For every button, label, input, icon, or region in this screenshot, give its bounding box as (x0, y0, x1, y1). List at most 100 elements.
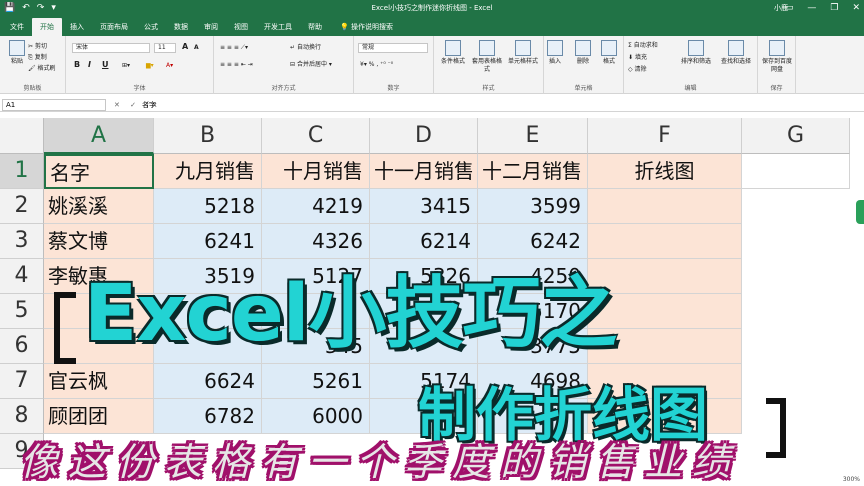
conditional-format-button[interactable]: 条件格式 (436, 38, 470, 66)
fill-button[interactable]: ⬇ 填充 (628, 53, 647, 62)
row-header-6[interactable]: 6 (0, 329, 44, 364)
tab-formulas[interactable]: 公式 (136, 18, 166, 36)
group-label-save: 保存 (770, 85, 783, 92)
ribbon-display-icon[interactable]: ▭ (785, 2, 794, 14)
format-as-table-button[interactable]: 套用表格格式 (470, 38, 504, 74)
row-header-1[interactable]: 1 (0, 154, 44, 189)
row-header-4[interactable]: 4 (0, 259, 44, 294)
tab-insert[interactable]: 插入 (62, 18, 92, 36)
column-header-a[interactable]: A (44, 118, 154, 154)
fill-label: 填充 (634, 54, 647, 61)
cell-d2[interactable]: 3415 (370, 189, 478, 224)
cell-a1[interactable]: 名字 (44, 154, 154, 189)
group-styles: 条件格式 套用表格格式 单元格样式 样式 (434, 36, 544, 94)
font-name-combo[interactable]: 宋体 (72, 43, 150, 53)
find-select-icon (728, 40, 744, 56)
font-size-combo[interactable]: 11 (154, 43, 176, 53)
column-header-f[interactable]: F (588, 118, 742, 154)
shrink-font-button[interactable]: A (194, 44, 199, 51)
format-cells-button[interactable]: 格式 (594, 38, 624, 66)
copy-label: 复制 (34, 54, 47, 61)
cell-b2[interactable]: 5218 (154, 189, 262, 224)
cell-e1[interactable]: 十二月销售 (478, 154, 588, 189)
row-header-3[interactable]: 3 (0, 224, 44, 259)
italic-button[interactable]: I (88, 60, 91, 69)
select-all-corner[interactable] (0, 118, 44, 154)
save-to-baidu-button[interactable]: 保存到百度网盘 (760, 38, 794, 74)
number-format-combo[interactable]: 常规 (358, 43, 428, 53)
close-icon[interactable]: ✕ (852, 2, 860, 14)
cell-f2[interactable] (588, 189, 742, 224)
row-header-7[interactable]: 7 (0, 364, 44, 399)
wrap-text-button[interactable]: ↵ 自动换行 (290, 43, 321, 52)
font-color-icon[interactable]: A▾ (166, 61, 173, 70)
tab-view[interactable]: 视图 (226, 18, 256, 36)
column-header-g[interactable]: G (742, 118, 850, 154)
autosum-button[interactable]: Σ 自动求和 (628, 41, 658, 50)
ribbon-tabs: 文件 开始 插入 页面布局 公式 数据 审阅 视图 开发工具 帮助 💡 操作说明… (0, 16, 864, 36)
tell-me-search[interactable]: 💡 操作说明搜索 (340, 18, 393, 36)
underline-button[interactable]: U (102, 60, 109, 69)
tab-file[interactable]: 文件 (2, 18, 32, 36)
column-header-d[interactable]: D (370, 118, 478, 154)
number-format-icons[interactable]: ¥▾ % , ⁺⁰ ⁻⁰ (360, 60, 393, 69)
cell-b3[interactable]: 6241 (154, 224, 262, 259)
find-select-label: 查找和选择 (720, 58, 751, 65)
cell-c3[interactable]: 4326 (262, 224, 370, 259)
paste-icon (9, 40, 25, 56)
bold-button[interactable]: B (74, 60, 80, 69)
cell-a7[interactable]: 官云枫 (44, 364, 154, 399)
sort-filter-button[interactable]: 排序和筛选 (676, 38, 716, 66)
cell-c7[interactable]: 5261 (262, 364, 370, 399)
insert-cells-button[interactable]: 插入 (540, 38, 570, 66)
align-top-icons[interactable]: ≡ ≡ ≡ ⟋▾ (220, 43, 248, 52)
minimize-icon[interactable]: — (807, 2, 816, 14)
cell-c2[interactable]: 4219 (262, 189, 370, 224)
cell-b7[interactable]: 6624 (154, 364, 262, 399)
row-header-5[interactable]: 5 (0, 294, 44, 329)
cut-button[interactable]: ✂ 剪切 (28, 42, 47, 51)
find-select-button[interactable]: 查找和选择 (716, 38, 756, 66)
cell-g1[interactable] (742, 154, 850, 189)
cell-d3[interactable]: 6214 (370, 224, 478, 259)
cell-a3[interactable]: 蔡文博 (44, 224, 154, 259)
column-header-b[interactable]: B (154, 118, 262, 154)
tab-page-layout[interactable]: 页面布局 (92, 18, 136, 36)
cell-f1[interactable]: 折线图 (588, 154, 742, 189)
cell-d1[interactable]: 十一月销售 (370, 154, 478, 189)
tab-review[interactable]: 审阅 (196, 18, 226, 36)
name-box[interactable]: A1 (2, 99, 106, 111)
cell-e3[interactable]: 6242 (478, 224, 588, 259)
tab-home[interactable]: 开始 (32, 18, 62, 36)
overlay-subtitle: 像这份表格有一个季度的销售业绩 (20, 440, 741, 484)
borders-icon[interactable]: ⊞▾ (122, 61, 130, 70)
merge-center-button[interactable]: ⊟ 合并后居中 ▾ (290, 60, 332, 69)
column-header-e[interactable]: E (478, 118, 588, 154)
clear-button[interactable]: ◇ 清除 (628, 65, 647, 74)
cell-c1[interactable]: 十月销售 (262, 154, 370, 189)
row-header-2[interactable]: 2 (0, 189, 44, 224)
cell-c8[interactable]: 6000 (262, 399, 370, 434)
cell-styles-button[interactable]: 单元格样式 (506, 38, 540, 66)
tab-data[interactable]: 数据 (166, 18, 196, 36)
cell-b1[interactable]: 九月销售 (154, 154, 262, 189)
group-clipboard: 粘贴 ✂ 剪切 ⎘ 复制 🖌 格式刷 剪贴板 (0, 36, 66, 94)
format-painter-button[interactable]: 🖌 格式刷 (28, 64, 56, 73)
tab-developer[interactable]: 开发工具 (256, 18, 300, 36)
tab-help[interactable]: 帮助 (300, 18, 330, 36)
side-panel-handle[interactable] (856, 200, 864, 224)
copy-button[interactable]: ⎘ 复制 (28, 53, 47, 62)
row-header-8[interactable]: 8 (0, 399, 44, 434)
cell-a2[interactable]: 姚溪溪 (44, 189, 154, 224)
column-header-c[interactable]: C (262, 118, 370, 154)
restore-icon[interactable]: ❐ (830, 2, 838, 14)
fill-color-icon[interactable]: ▆▾ (146, 61, 154, 70)
grow-font-button[interactable]: A (182, 42, 188, 51)
zoom-level[interactable]: 300% (843, 476, 860, 483)
cell-f3[interactable] (588, 224, 742, 259)
cell-a8[interactable]: 顾团团 (44, 399, 154, 434)
cell-b8[interactable]: 6782 (154, 399, 262, 434)
formula-input[interactable]: 名字 (142, 99, 156, 111)
align-horizontal-icons[interactable]: ≡ ≡ ≡ ⇤ ⇥ (220, 60, 253, 69)
cell-e2[interactable]: 3599 (478, 189, 588, 224)
